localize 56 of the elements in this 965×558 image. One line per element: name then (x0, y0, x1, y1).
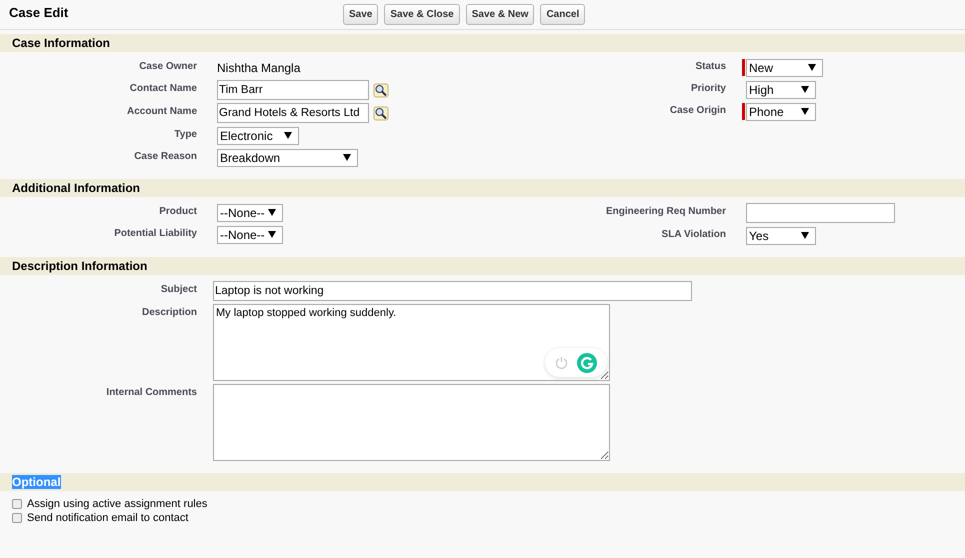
field-label: Priority (690, 82, 726, 96)
text-field[interactable]: Laptop is not working (213, 281, 692, 301)
caret-icon (808, 64, 816, 71)
text-field[interactable] (746, 203, 895, 223)
field-label: Status (694, 60, 726, 74)
select-field[interactable]: High (746, 80, 816, 98)
field-label: Case Owner (138, 60, 197, 74)
field-label: Contact Name (128, 82, 197, 96)
field-label: Product (158, 205, 197, 219)
checkbox[interactable] (12, 513, 22, 523)
text-area[interactable]: My laptop stopped working suddenly. (213, 304, 610, 381)
action-button[interactable]: Save & New (466, 4, 534, 25)
logo-icon[interactable] (576, 352, 597, 372)
caret-icon (284, 132, 292, 139)
select-field[interactable]: Phone (746, 102, 816, 120)
select-field[interactable]: New (746, 58, 823, 76)
caret-icon (268, 231, 276, 238)
lookup-field[interactable]: Tim Barr (217, 80, 369, 100)
checkbox[interactable] (12, 499, 22, 509)
section-title: Additional Information (12, 181, 140, 195)
field-label: Subject (160, 283, 197, 297)
field-label: Account Name (126, 105, 197, 119)
power-icon[interactable] (555, 356, 568, 369)
select-field[interactable]: Electronic (217, 126, 299, 144)
caret-icon (268, 209, 276, 216)
section-title: Case Information (12, 36, 110, 50)
search-icon[interactable] (373, 106, 389, 120)
field-label: SLA Violation (660, 228, 726, 242)
select-field[interactable]: --None-- (217, 204, 283, 222)
action-button[interactable]: Save & Close (384, 4, 460, 25)
section-title: Optional (12, 475, 61, 489)
caret-icon (801, 232, 809, 239)
field-label: Internal Comments (105, 386, 197, 400)
section-title: Description Information (12, 259, 148, 273)
select-field[interactable]: --None-- (217, 226, 283, 244)
field-label: Description (140, 306, 197, 320)
caret-icon (801, 86, 809, 93)
field-label: Case Origin (668, 104, 726, 118)
field-label: Potential Liability (113, 227, 197, 241)
field-label: Type (173, 128, 197, 142)
field-label: Case Reason (133, 150, 197, 164)
search-icon[interactable] (373, 82, 389, 98)
field-value: Nishtha Mangla (217, 60, 300, 74)
text-area[interactable] (213, 384, 610, 461)
caret-icon (343, 154, 351, 161)
field-label: Engineering Req Number (604, 205, 726, 219)
writing-assistant-widget[interactable] (545, 348, 607, 377)
checkbox-label: Send notification email to contact (27, 512, 188, 524)
lookup-field[interactable]: Grand Hotels & Resorts Ltd (217, 103, 369, 123)
select-field[interactable]: Yes (746, 226, 816, 244)
caret-icon (801, 108, 809, 115)
action-button[interactable]: Save (343, 4, 378, 25)
checkbox-label: Assign using active assignment rules (27, 498, 208, 510)
page-title: Case Edit (9, 5, 68, 20)
action-button[interactable]: Cancel (540, 4, 586, 25)
select-field[interactable]: Breakdown (217, 148, 358, 166)
